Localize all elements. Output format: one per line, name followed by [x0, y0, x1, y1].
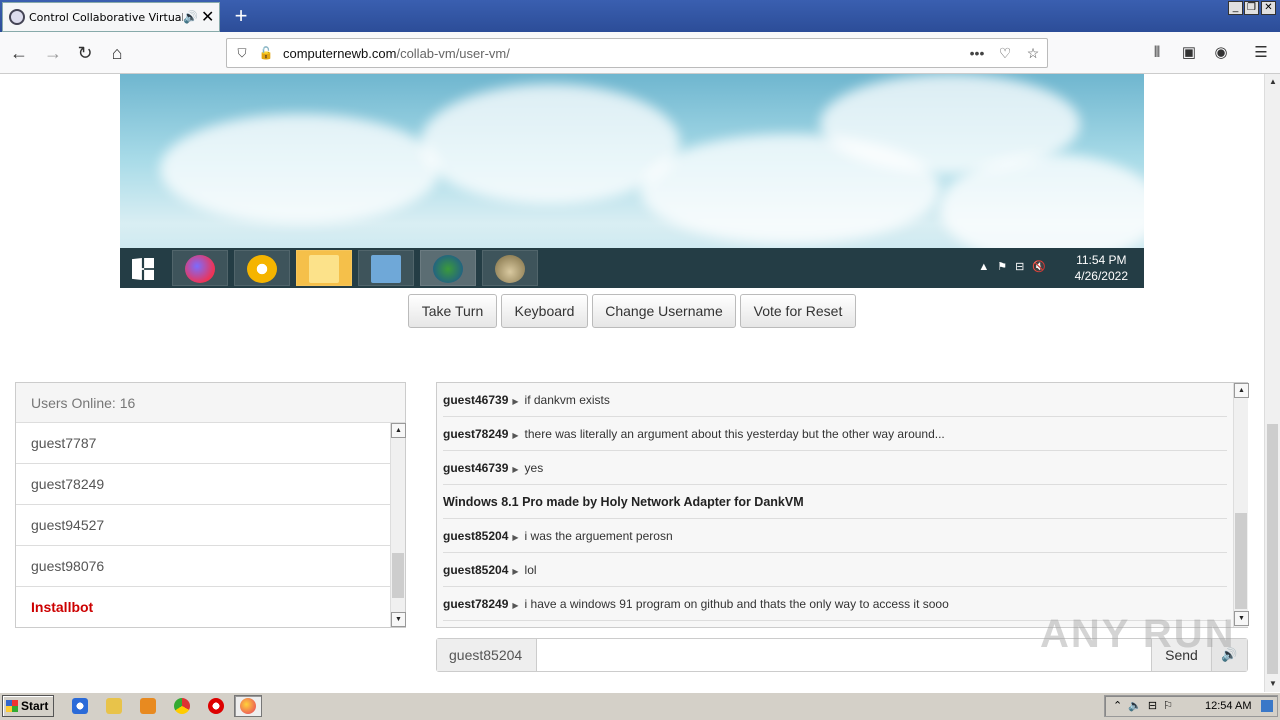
chat-panel: guest46739 ▶ if dankvm exists guest78249 ▶ t… — [436, 382, 1249, 628]
scroll-up-arrow-icon[interactable]: ▲ — [391, 423, 406, 438]
address-bar[interactable]: ⛉ 🔓 computernewb.com/collab-vm/user-vm/ … — [226, 38, 1048, 68]
shield-icon[interactable]: ⛉ — [233, 46, 251, 61]
opera-icon[interactable] — [208, 698, 224, 714]
host-taskbar — [0, 692, 1280, 720]
vm-firefox-icon[interactable] — [172, 250, 228, 286]
change-username-button[interactable]: Change Username — [592, 294, 736, 328]
close-window-button[interactable]: ✕ — [1261, 1, 1276, 15]
chat-messages: guest46739 ▶ if dankvm exists guest78249 ▶ t… — [437, 383, 1233, 627]
show-desktop-icon[interactable] — [1261, 700, 1273, 712]
chat-scrollbar[interactable]: ▲ ▼ — [1233, 383, 1249, 627]
tray-icons[interactable]: ⌃🔈⊟⚐ — [1113, 696, 1179, 716]
page-content: ▲⚑⊟🔇 11:54 PM 4/26/2022 Take Turn Keyboa… — [0, 74, 1264, 692]
chat-message: guest46739 ▶ yes — [443, 451, 1227, 485]
host-clock[interactable]: 12:54 AM — [1205, 696, 1251, 716]
keyboard-button[interactable]: Keyboard — [501, 294, 588, 328]
vm-clock[interactable]: 11:54 PM 4/26/2022 — [1075, 252, 1128, 284]
start-button[interactable]: Start — [2, 695, 54, 717]
vm-system-tray[interactable]: ▲⚑⊟🔇 — [978, 260, 1054, 273]
user-item[interactable]: guest7787 — [16, 423, 390, 464]
start-label: Start — [21, 699, 49, 713]
user-item[interactable]: guest98076 — [16, 546, 390, 587]
vm-taskbar: ▲⚑⊟🔇 11:54 PM 4/26/2022 — [120, 248, 1144, 288]
wallpaper-cloud — [160, 114, 440, 224]
page-scrollbar[interactable]: ▲ ▼ — [1264, 74, 1280, 692]
vm-clock-time: 11:54 PM — [1076, 253, 1127, 267]
sidebar-icon[interactable]: ▣ — [1176, 40, 1202, 66]
windows-flag-icon — [6, 700, 18, 712]
home-icon[interactable]: ⌂ — [104, 40, 130, 66]
vote-reset-button[interactable]: Vote for Reset — [740, 294, 856, 328]
vm-installer-icon[interactable] — [420, 250, 476, 286]
anyrun-watermark: ANY RUN — [1040, 612, 1236, 656]
close-tab-icon[interactable]: ✕ — [201, 7, 215, 27]
vm-explorer-window-icon[interactable] — [358, 250, 414, 286]
chat-username-label: guest85204 — [437, 639, 537, 671]
user-item[interactable]: guest78249 — [16, 464, 390, 505]
menu-icon[interactable]: ☰ — [1248, 40, 1274, 66]
users-online-panel: Users Online: 16 guest7787 guest78249 gu… — [15, 382, 406, 628]
folder-icon[interactable] — [106, 698, 122, 714]
ie-icon[interactable] — [72, 698, 88, 714]
user-item-bot[interactable]: Installbot — [16, 587, 390, 627]
site-favicon-icon — [9, 9, 25, 25]
scroll-down-arrow-icon[interactable]: ▼ — [391, 612, 406, 627]
chat-message: guest85204 ▶ i was the arguement perosn — [443, 519, 1227, 553]
pocket-icon[interactable]: ♡ — [991, 45, 1019, 62]
insecure-lock-icon[interactable]: 🔓 — [257, 46, 275, 60]
windows-start-icon[interactable] — [132, 258, 154, 280]
restore-button[interactable]: ❐ — [1244, 1, 1259, 15]
scrollbar-thumb[interactable] — [1235, 513, 1247, 609]
back-icon[interactable]: ← — [6, 40, 32, 66]
chat-system-message: Windows 8.1 Pro made by Holy Network Ada… — [443, 485, 1227, 519]
chat-message: guest78249 ▶ there was literally an argume… — [443, 417, 1227, 451]
speaker-icon[interactable]: 🔊 — [183, 10, 198, 24]
host-system-tray[interactable]: ⌃🔈⊟⚐ 12:54 AM — [1104, 695, 1278, 717]
users-scrollbar[interactable]: ▲ ▼ — [390, 423, 406, 627]
users-online-header: Users Online: 16 — [16, 383, 405, 423]
scrollbar-thumb[interactable] — [1267, 424, 1278, 674]
chrome-icon[interactable] — [174, 698, 190, 714]
bookmark-star-icon[interactable]: ☆ — [1019, 45, 1047, 62]
vm-clock-date: 4/26/2022 — [1074, 269, 1128, 283]
library-icon[interactable]: ⫴ — [1144, 40, 1170, 66]
scroll-down-arrow-icon[interactable]: ▼ — [1234, 611, 1249, 626]
vm-tor-browser-icon[interactable] — [482, 250, 538, 286]
user-item[interactable]: guest94527 — [16, 505, 390, 546]
take-turn-button[interactable]: Take Turn — [408, 294, 497, 328]
media-player-icon[interactable] — [140, 698, 156, 714]
chat-message: guest85204 ▶ lol — [443, 553, 1227, 587]
chat-message: guest46739 ▶ if dankvm exists — [443, 383, 1227, 417]
url-text[interactable]: computernewb.com/collab-vm/user-vm/ — [275, 46, 963, 61]
tab-title: Control Collaborative Virtual M — [29, 10, 183, 24]
page-actions-icon[interactable]: ••• — [963, 45, 991, 61]
firefox-icon — [240, 698, 256, 714]
browser-tab[interactable]: Control Collaborative Virtual M 🔊 ✕ — [2, 2, 220, 32]
firefox-taskbar-button[interactable] — [234, 695, 262, 717]
new-tab-button[interactable]: + — [228, 3, 254, 29]
vm-file-explorer-icon[interactable] — [296, 250, 352, 286]
scroll-up-arrow-icon[interactable]: ▲ — [1265, 74, 1280, 90]
scroll-up-arrow-icon[interactable]: ▲ — [1234, 383, 1249, 398]
reload-icon[interactable]: ↻ — [72, 40, 98, 66]
minimize-button[interactable]: _ — [1228, 1, 1243, 15]
users-list: guest7787 guest78249 guest94527 guest980… — [16, 423, 390, 627]
scroll-down-arrow-icon[interactable]: ▼ — [1265, 676, 1280, 692]
scrollbar-thumb[interactable] — [392, 553, 404, 598]
vm-chrome-icon[interactable] — [234, 250, 290, 286]
account-icon[interactable]: ◉ — [1208, 40, 1234, 66]
forward-icon[interactable]: → — [40, 40, 66, 66]
vm-screen[interactable]: ▲⚑⊟🔇 11:54 PM 4/26/2022 — [120, 74, 1144, 288]
